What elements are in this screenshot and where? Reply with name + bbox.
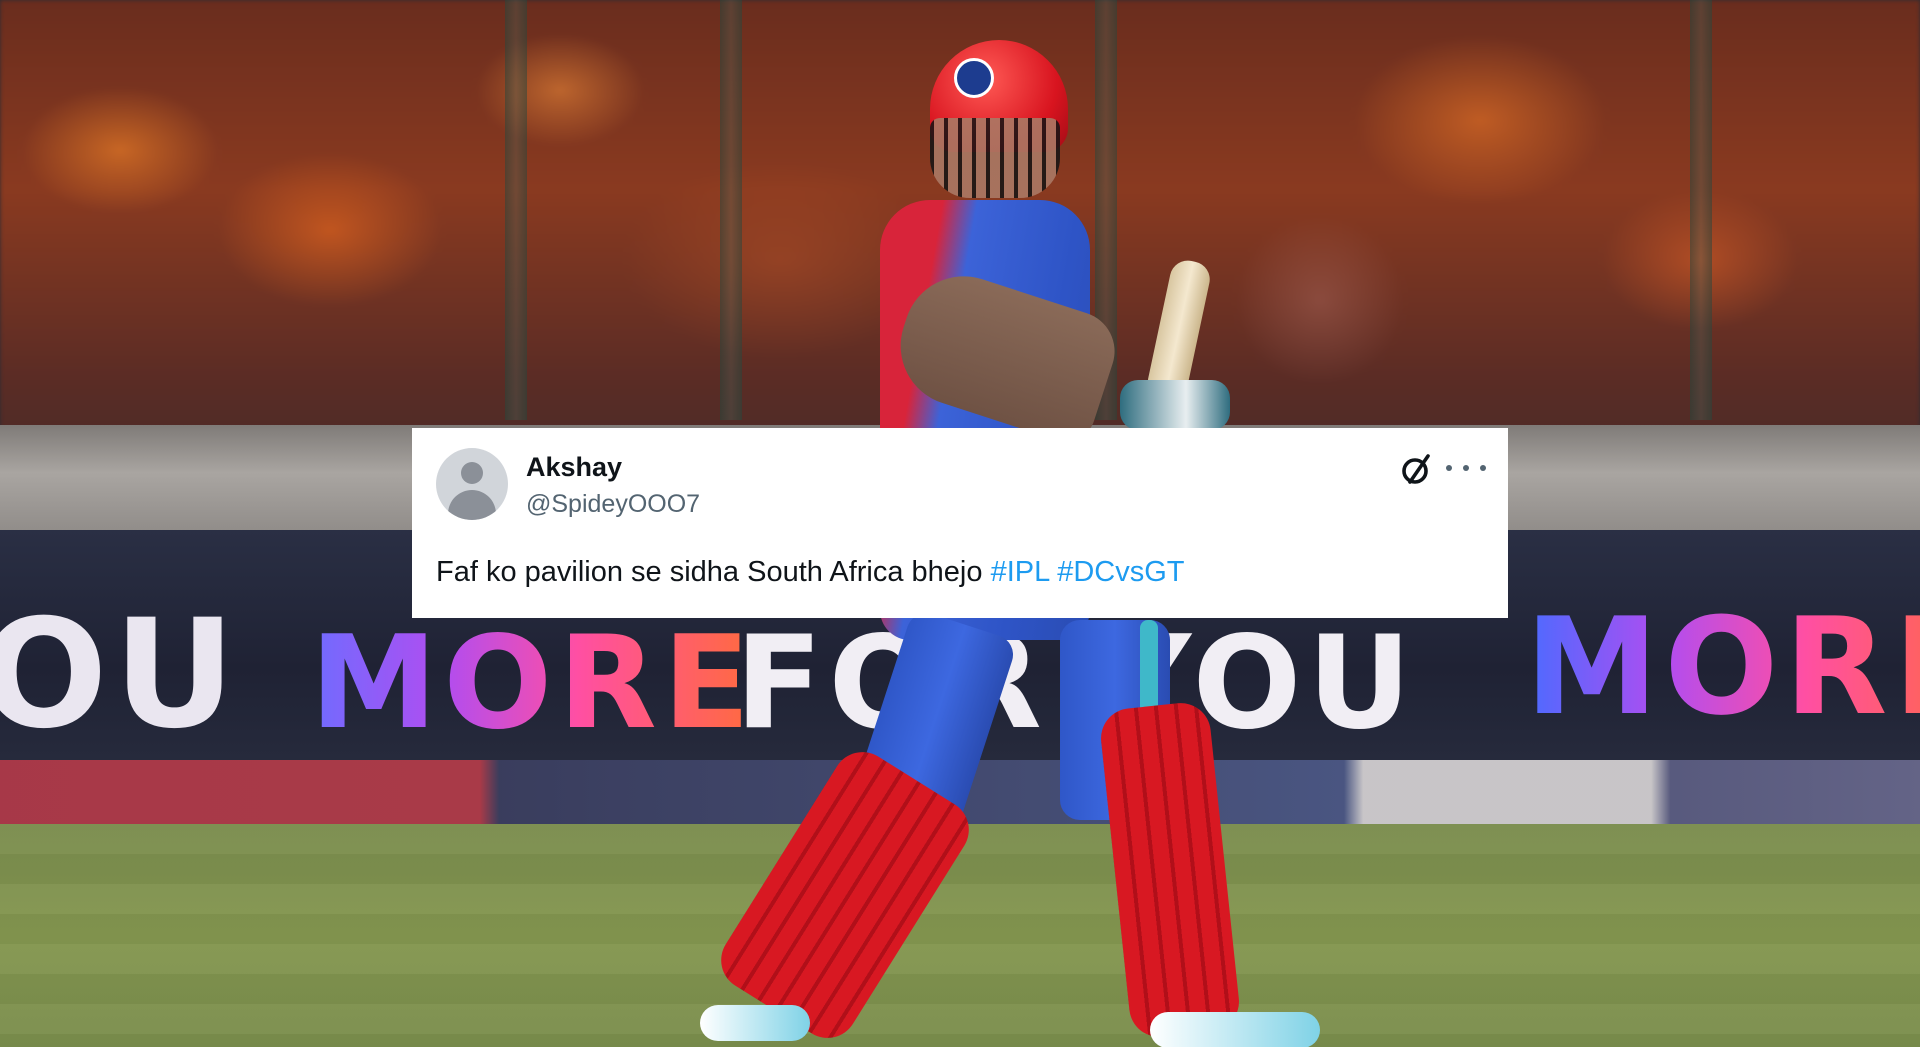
display-name[interactable]: Akshay (526, 452, 622, 483)
fence-post (720, 0, 742, 420)
tweet-text: Faf ko pavilion se sidha South Africa bh… (436, 556, 1185, 589)
helmet-badge-icon (954, 58, 994, 98)
helmet-grille (930, 118, 1060, 198)
background-photo: OU MORE FOR YOU MORE Akshay @SpideyOOO7 (0, 0, 1920, 1047)
cricket-field (0, 824, 1920, 1047)
ad-text-more: MORE (310, 609, 757, 758)
ad-text-fragment: OU (0, 588, 242, 762)
player-shoe-left (700, 1005, 810, 1041)
avatar[interactable] (436, 448, 508, 520)
more-dot (1463, 465, 1469, 471)
tweet-card: Akshay @SpideyOOO7 Faf ko pavilion se si… (412, 428, 1508, 618)
more-options-icon[interactable] (1446, 456, 1486, 480)
hashtag-ipl[interactable]: #IPL (991, 556, 1050, 588)
ad-text-more-right: MORE (1525, 600, 1920, 734)
player-shoe-right (1150, 1012, 1320, 1047)
avatar-head (461, 462, 483, 484)
more-dot (1480, 465, 1486, 471)
tweet-body: Faf ko pavilion se sidha South Africa bh… (436, 556, 983, 588)
x-logo-icon[interactable] (1400, 452, 1434, 486)
fence-post (505, 0, 527, 420)
more-dot (1446, 465, 1452, 471)
avatar-body (448, 490, 496, 520)
fence-post (1690, 0, 1712, 420)
hashtag-dcvsgt[interactable]: #DCvsGT (1057, 556, 1184, 588)
user-handle[interactable]: @SpideyOOO7 (526, 490, 700, 519)
batting-glove (1120, 380, 1230, 430)
